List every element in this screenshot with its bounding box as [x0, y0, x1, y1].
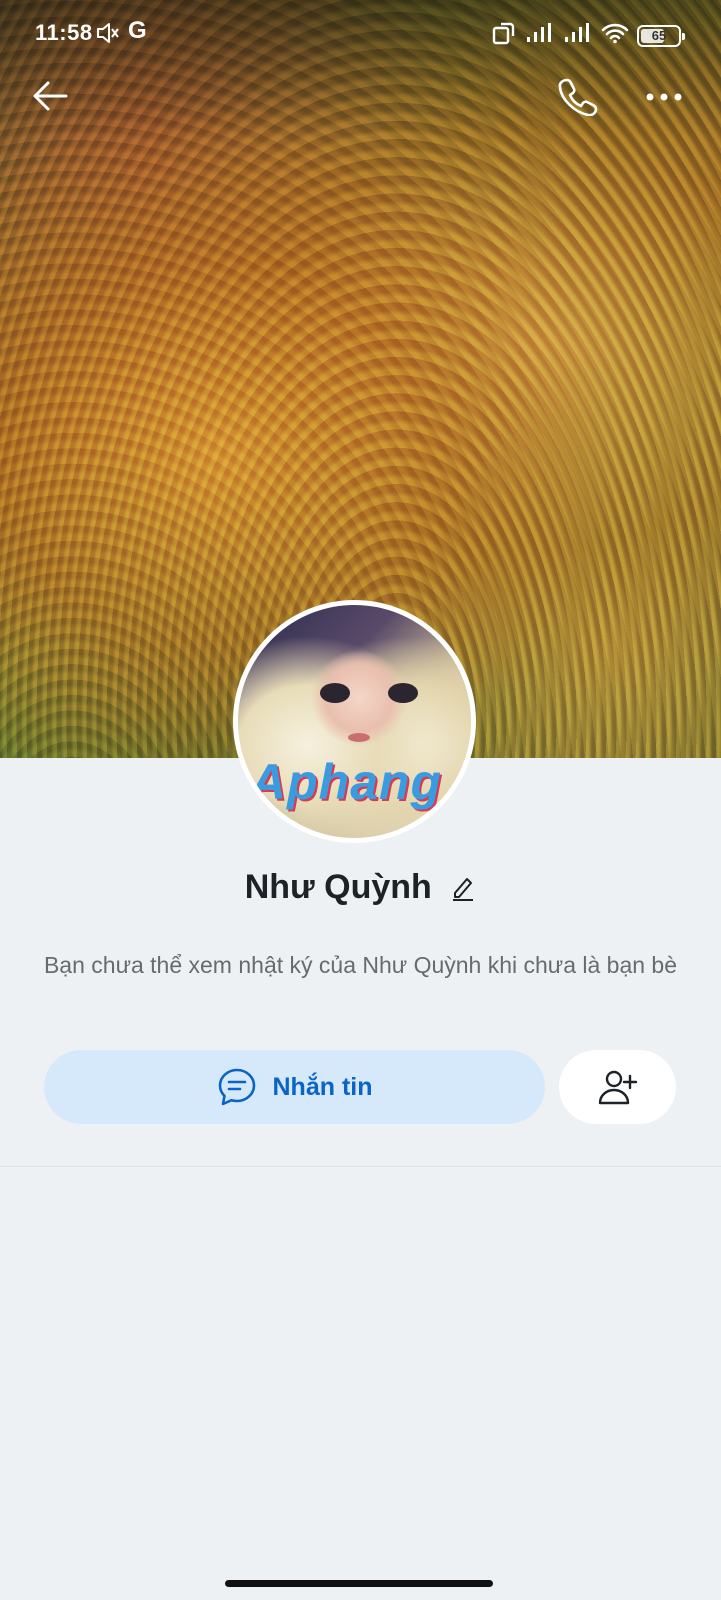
more-options-button[interactable] [642, 80, 686, 114]
profile-avatar[interactable]: Aphang [233, 600, 476, 843]
arrow-left-icon [33, 81, 68, 111]
friend-notice-text: Bạn chưa thể xem nhật ký của Như Quỳnh k… [43, 952, 678, 978]
phone-icon [558, 78, 598, 117]
section-divider [0, 1166, 721, 1167]
message-button[interactable]: Nhắn tin [44, 1050, 545, 1124]
profile-name: Như Quỳnh [244, 868, 432, 906]
avatar-eye-right [388, 683, 418, 703]
battery-percent: 65 [651, 28, 667, 43]
status-right: 65 [491, 20, 685, 51]
back-button[interactable] [30, 78, 70, 114]
status-time: 11:58 [35, 20, 93, 45]
user-plus-icon [598, 1070, 637, 1105]
more-horizontal-icon [646, 93, 682, 101]
edit-name-button[interactable] [450, 874, 476, 902]
avatar-watermark: Aphang [250, 754, 443, 810]
signal-icon-2 [563, 22, 593, 49]
chat-bubble-icon [218, 1068, 255, 1106]
pencil-icon [453, 877, 474, 901]
avatar-eye-left [320, 683, 350, 703]
wifi-icon [601, 22, 629, 49]
mute-icon [96, 22, 120, 49]
profile-name-row: Như Quỳnh [0, 868, 721, 907]
signal-icon [525, 22, 555, 49]
message-button-label: Nhắn tin [272, 1072, 373, 1101]
battery-icon: 65 [637, 24, 685, 47]
google-icon: G [128, 17, 147, 44]
add-friend-button[interactable] [559, 1050, 676, 1124]
status-bar: 11:58 G 65 [0, 0, 721, 70]
home-indicator[interactable] [225, 1580, 493, 1587]
call-button[interactable] [556, 76, 600, 117]
screen-rotate-icon [491, 20, 517, 51]
avatar-lips [348, 733, 370, 742]
